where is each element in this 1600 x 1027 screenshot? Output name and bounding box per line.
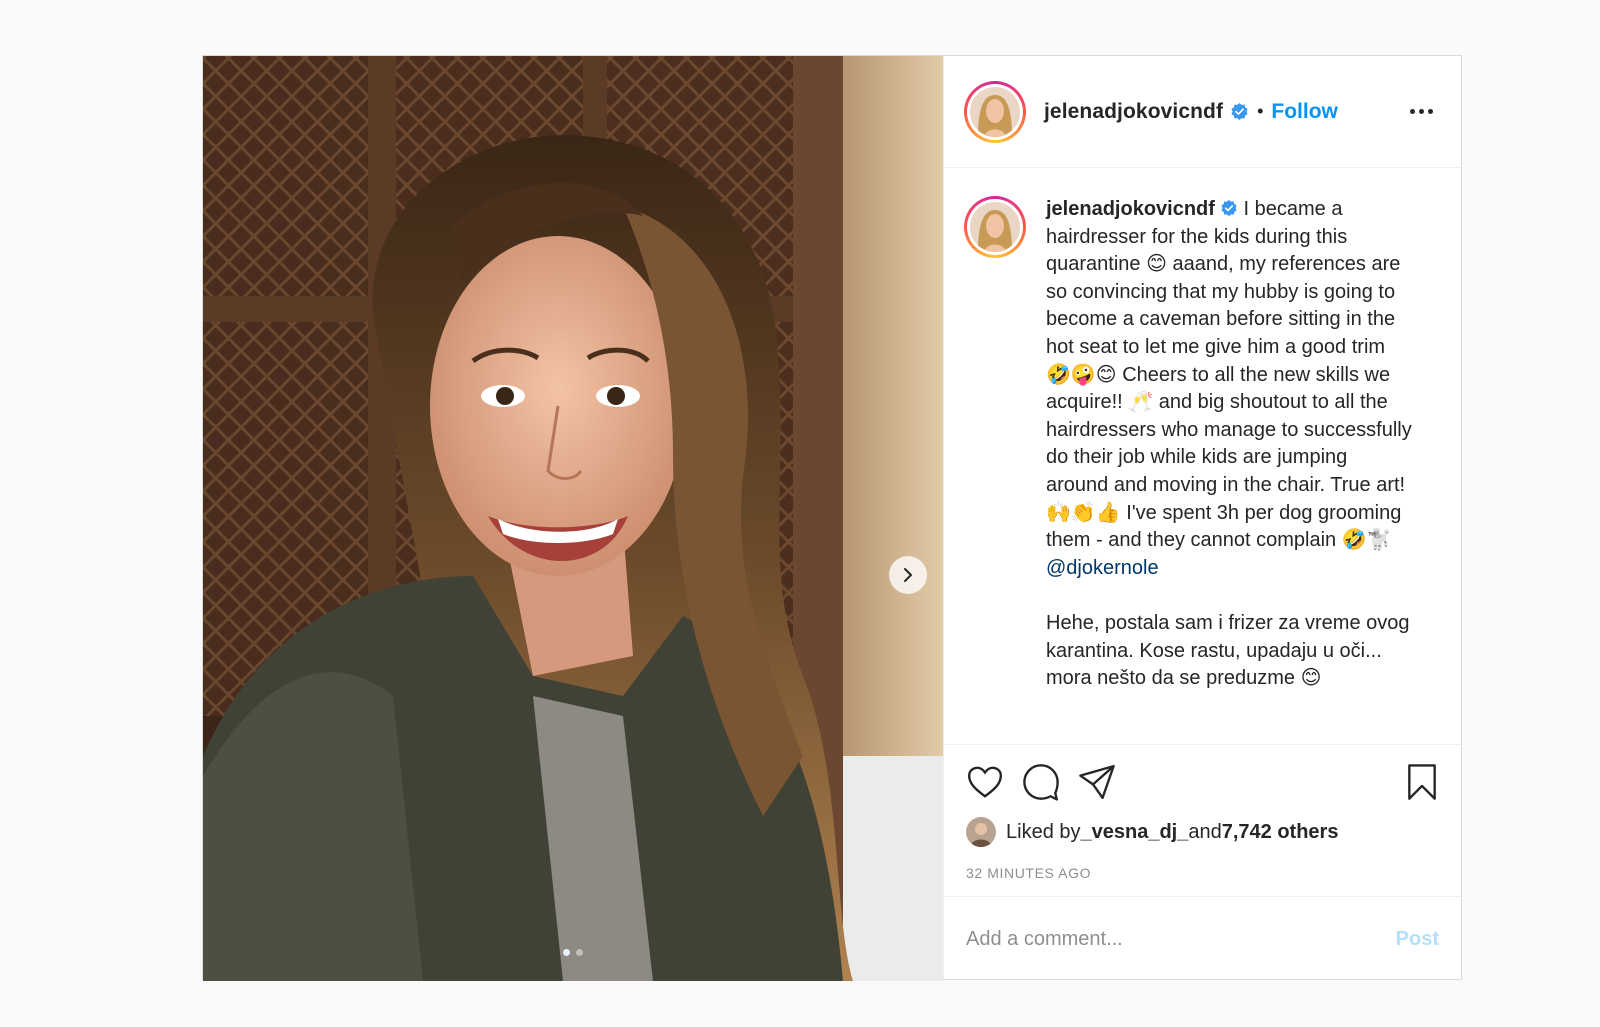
post-header: jelenadjokovicndf • Follow [944, 56, 1461, 168]
carousel-dot [576, 949, 583, 956]
share-icon [1079, 764, 1115, 800]
comment-form: Post [944, 896, 1461, 981]
more-options-button[interactable] [1404, 103, 1439, 120]
more-horizontal-icon [1410, 109, 1415, 114]
comment-input[interactable] [966, 927, 1396, 951]
instagram-post: jelenadjokovicndf • Follow jelenadjokovi… [202, 55, 1462, 981]
like-button[interactable] [966, 763, 1004, 801]
save-button[interactable] [1403, 762, 1441, 802]
carousel-next-button[interactable] [889, 556, 927, 594]
comment-icon [1023, 764, 1059, 801]
verified-badge-icon [1231, 102, 1248, 121]
author-avatar[interactable] [964, 80, 1026, 143]
post-actions: Liked by _vesna_dj_ and 7,742 others 32 … [944, 744, 1461, 896]
caption-section: jelenadjokovicndf I became a hairdresser… [944, 168, 1461, 744]
avatar-image [970, 86, 1020, 137]
share-button[interactable] [1078, 763, 1116, 801]
heart-icon [967, 766, 1003, 798]
post-comment-button[interactable]: Post [1396, 928, 1439, 951]
comment-button[interactable] [1022, 763, 1060, 801]
likes-summary: Liked by _vesna_dj_ and 7,742 others [966, 817, 1441, 847]
post-side-panel: jelenadjokovicndf • Follow jelenadjokovi… [943, 56, 1461, 981]
caption-body: I became a hairdresser for the kids duri… [1046, 198, 1412, 552]
likes-prefix: Liked by [1006, 820, 1081, 843]
likes-middle: and [1188, 820, 1222, 843]
caption-username[interactable]: jelenadjokovicndf [1046, 198, 1215, 220]
follow-button[interactable]: Follow [1271, 100, 1338, 124]
carousel-dot-active [563, 949, 570, 956]
verified-badge-icon [1221, 199, 1237, 217]
caption-text: jelenadjokovicndf I became a hairdresser… [1046, 196, 1412, 744]
author-username[interactable]: jelenadjokovicndf [1044, 100, 1223, 124]
chevron-right-icon [904, 568, 912, 582]
post-photo[interactable] [203, 56, 943, 981]
liker-avatar[interactable] [966, 817, 996, 847]
selfie-photo [203, 56, 943, 981]
caption-body-serbian: Hehe, postala sam i frizer za vreme ovog… [1046, 611, 1410, 690]
caption-mention-link[interactable]: @djokernole [1046, 557, 1159, 579]
likes-count-link[interactable]: 7,742 others [1222, 821, 1339, 844]
header-separator: • [1257, 101, 1264, 121]
caption-author-avatar[interactable] [964, 196, 1026, 258]
bookmark-icon [1408, 764, 1436, 800]
liker-username[interactable]: _vesna_dj_ [1081, 821, 1189, 844]
avatar-image [970, 202, 1020, 252]
carousel-indicator [203, 949, 943, 956]
action-icons-row [966, 761, 1441, 803]
post-timestamp[interactable]: 32 MINUTES AGO [966, 865, 1441, 881]
